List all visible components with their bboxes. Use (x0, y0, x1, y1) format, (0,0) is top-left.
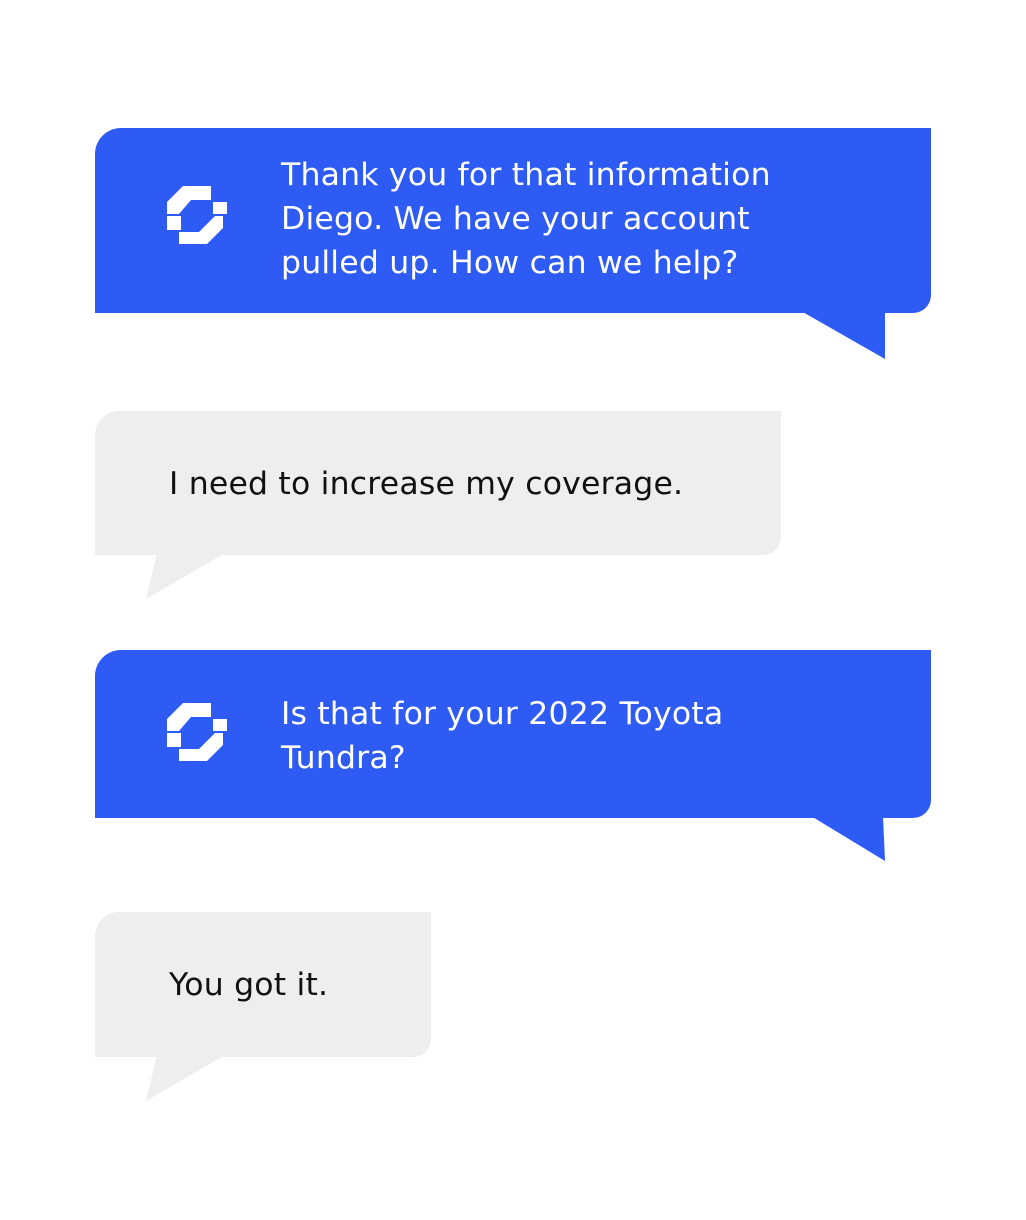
bubble-tail (811, 816, 885, 861)
agent-message: Thank you for that information Diego. We… (95, 128, 931, 359)
chat-thread: Thank you for that information Diego. We… (0, 0, 1026, 1220)
bubble-tail (146, 1055, 225, 1101)
bubble-tail (146, 553, 225, 599)
user-message: I need to increase my coverage. (95, 411, 781, 599)
user-message: You got it. (95, 912, 431, 1101)
bubble-tail (801, 311, 885, 359)
agent-message: Is that for your 2022 Toyota Tundra? (95, 650, 931, 861)
